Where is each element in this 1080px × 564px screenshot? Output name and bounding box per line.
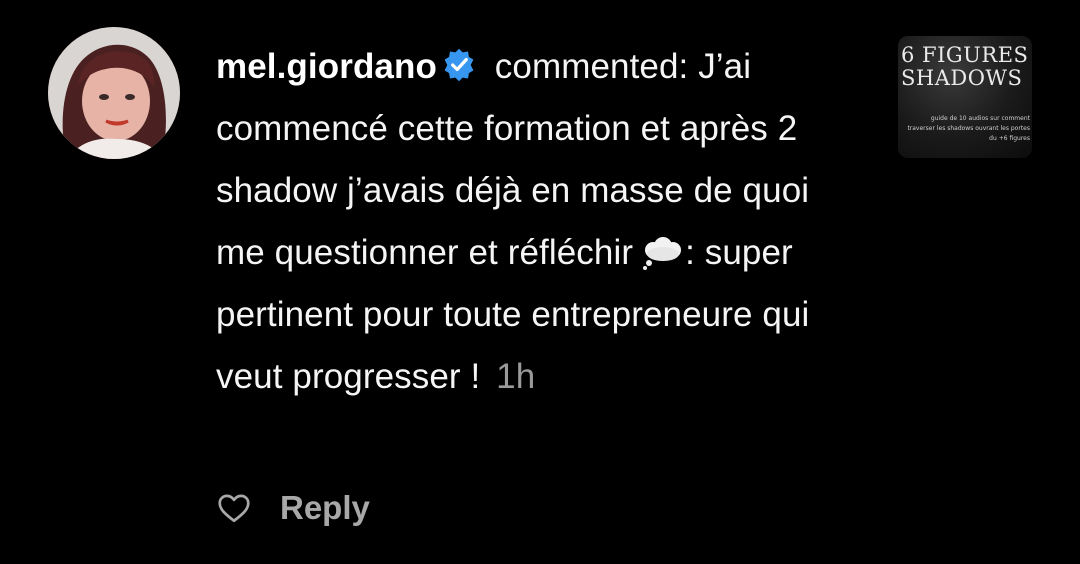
comment-text: mel.giordano commented: J’ai commencé ce… [216, 36, 856, 408]
heart-icon[interactable] [216, 490, 252, 526]
username-link[interactable]: mel.giordano [216, 47, 437, 86]
comment-action: commented: [494, 47, 689, 86]
avatar[interactable] [48, 27, 180, 159]
reply-button[interactable]: Reply [280, 489, 370, 527]
thumbnail-title-line1: 6 FIGURES [901, 43, 1029, 67]
comment-timestamp: 1h [496, 357, 536, 396]
thumbnail-subtitle: guide de 10 audios sur comment traverser… [907, 115, 1030, 142]
thumbnail-title: 6 FIGURES SHADOWS [901, 44, 1031, 90]
verified-badge-icon [441, 47, 477, 83]
post-thumbnail[interactable]: 6 FIGURES SHADOWS guide de 10 audios sur… [898, 36, 1032, 158]
thought-balloon-emoji-icon [641, 236, 683, 270]
thumbnail-title-line2: SHADOWS [901, 66, 1023, 90]
comment-actions: Reply [216, 486, 370, 530]
